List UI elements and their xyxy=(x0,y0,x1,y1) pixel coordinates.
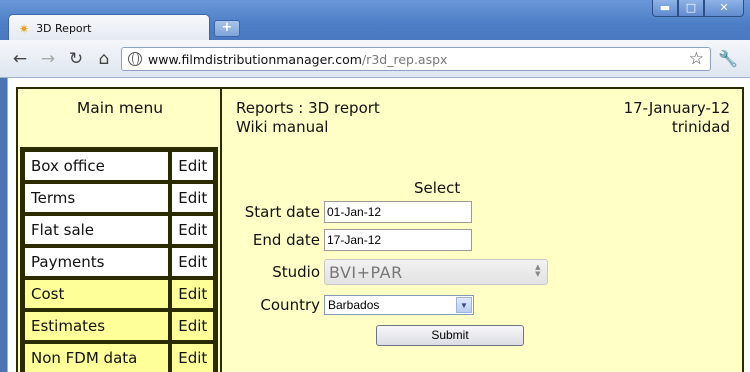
url-host: www.filmdistributionmanager.com xyxy=(148,51,362,67)
menu-item-link[interactable]: Cost xyxy=(23,278,171,310)
end-date-label: End date xyxy=(252,231,320,249)
chevron-down-icon[interactable]: ▼ xyxy=(456,297,472,313)
menu-item-link[interactable]: Terms xyxy=(23,182,171,214)
tab-favicon-icon: ✷ xyxy=(19,21,30,36)
end-date-row: End date xyxy=(236,229,472,251)
page-viewport: Main menu Box office Edit Terms Edit Flat sa… xyxy=(7,78,750,372)
menu-item-link[interactable]: Non FDM data xyxy=(23,342,171,372)
report-content: Reports : 3D report Wiki manual 17-Janua… xyxy=(236,89,742,372)
bookmark-star-icon[interactable]: ☆ xyxy=(689,49,704,69)
menu-title: Main menu xyxy=(76,99,164,117)
menu-edit-link[interactable]: Edit xyxy=(170,182,215,214)
form-heading: Select xyxy=(414,179,461,197)
menu-row: Terms Edit xyxy=(23,182,215,214)
wrench-icon[interactable]: 🔧 xyxy=(718,49,738,68)
menu-row: Non FDM data Edit xyxy=(23,342,215,372)
main-menu-panel: Main menu Box office Edit Terms Edit Flat sa… xyxy=(18,89,222,372)
current-date: 17-January-12 xyxy=(623,99,730,117)
wiki-manual-link[interactable]: Wiki manual xyxy=(236,118,380,137)
breadcrumb-text: Reports : 3D report xyxy=(236,99,380,117)
tab-title: 3D Report xyxy=(36,22,92,35)
studio-row: Studio BVI+PAR ▲ ▼ xyxy=(236,259,548,285)
session-info: 17-January-12 trinidad xyxy=(624,99,730,137)
back-button[interactable]: ← xyxy=(10,49,30,69)
close-button[interactable]: ✕ xyxy=(704,0,744,17)
menu-edit-link[interactable]: Edit xyxy=(170,150,215,182)
reload-button[interactable]: ↻ xyxy=(66,49,86,69)
menu-row: Box office Edit xyxy=(23,150,215,182)
submit-button[interactable]: Submit xyxy=(376,325,524,346)
menu-row: Flat sale Edit xyxy=(23,214,215,246)
menu-item-link[interactable]: Estimates xyxy=(23,310,171,342)
menu-item-link[interactable]: Flat sale xyxy=(23,214,171,246)
username: trinidad xyxy=(671,118,730,136)
menu-edit-link[interactable]: Edit xyxy=(170,278,215,310)
menu-edit-link[interactable]: Edit xyxy=(170,310,215,342)
studio-select[interactable]: BVI+PAR ▲ ▼ xyxy=(324,259,548,285)
globe-icon xyxy=(128,52,142,66)
home-button[interactable]: ⌂ xyxy=(94,49,114,69)
start-date-row: Start date xyxy=(236,201,472,223)
new-tab-button[interactable]: + xyxy=(214,20,240,37)
browser-toolbar: ← → ↻ ⌂ www.filmdistributionmanager.com … xyxy=(0,40,750,78)
menu-table: Box office Edit Terms Edit Flat sale Edit Paym… xyxy=(20,147,218,372)
updown-arrows-icon: ▲ ▼ xyxy=(535,263,541,278)
studio-label: Studio xyxy=(272,263,320,281)
menu-edit-link[interactable]: Edit xyxy=(170,246,215,278)
end-date-input[interactable] xyxy=(324,229,472,251)
minimize-button[interactable]: ▬ xyxy=(652,0,678,17)
forward-button[interactable]: → xyxy=(38,49,58,69)
window-titlebar: ✷ 3D Report + ▬ □ ✕ xyxy=(0,0,750,42)
menu-item-link[interactable]: Box office xyxy=(23,150,171,182)
breadcrumb: Reports : 3D report Wiki manual xyxy=(236,99,380,137)
menu-edit-link[interactable]: Edit xyxy=(170,214,215,246)
url-path: /r3d_rep.aspx xyxy=(361,51,448,67)
country-select[interactable]: Barbados ▼ xyxy=(324,295,474,315)
menu-row: Payments Edit xyxy=(23,246,215,278)
country-row: Country Barbados ▼ xyxy=(236,295,474,315)
maximize-button[interactable]: □ xyxy=(678,0,704,17)
studio-value: BVI+PAR xyxy=(329,262,403,282)
menu-row: Cost Edit xyxy=(23,278,215,310)
browser-tab[interactable]: ✷ 3D Report xyxy=(8,14,210,42)
start-date-input[interactable] xyxy=(324,201,472,223)
country-label: Country xyxy=(260,296,320,314)
address-bar[interactable]: www.filmdistributionmanager.com /r3d_rep… xyxy=(121,47,711,71)
start-date-label: Start date xyxy=(244,203,320,221)
country-value: Barbados xyxy=(328,298,380,312)
app-frame: Main menu Box office Edit Terms Edit Flat sa… xyxy=(16,87,744,372)
window-controls: ▬ □ ✕ xyxy=(652,0,744,17)
menu-row: Estimates Edit xyxy=(23,310,215,342)
menu-item-link[interactable]: Payments xyxy=(23,246,171,278)
menu-edit-link[interactable]: Edit xyxy=(170,342,215,372)
